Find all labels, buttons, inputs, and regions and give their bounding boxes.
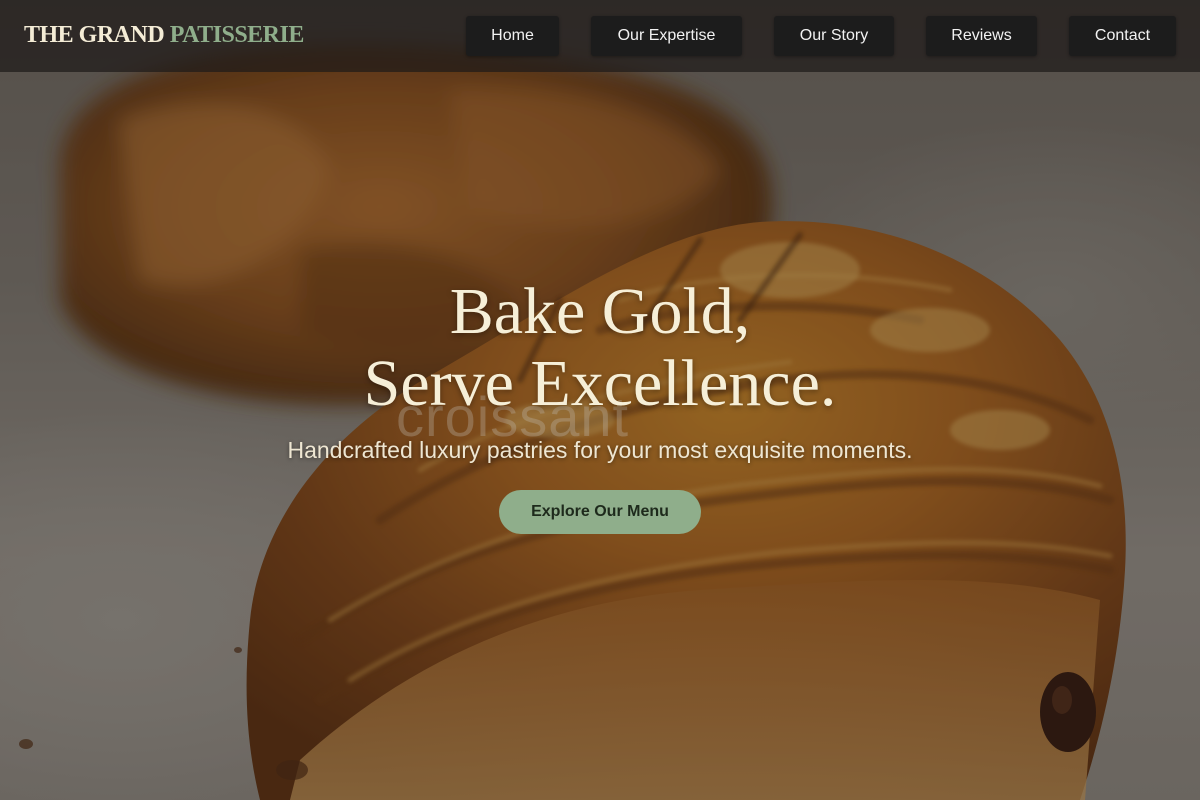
- explore-menu-button[interactable]: Explore Our Menu: [499, 490, 701, 534]
- brand-name-accent: PATISSERIE: [169, 22, 305, 48]
- top-navigation-bar: THE GRAND PATISSERIE Home Our Expertise …: [0, 0, 1200, 72]
- brand-logo[interactable]: THE GRAND PATISSERIE: [24, 22, 304, 49]
- hero-tagline: Handcrafted luxury pastries for your mos…: [287, 437, 913, 463]
- brand-name-main: THE GRAND: [24, 22, 165, 48]
- nav-our-story-button[interactable]: Our Story: [774, 16, 894, 56]
- nav-home-button[interactable]: Home: [466, 16, 559, 56]
- nav-our-expertise-button[interactable]: Our Expertise: [591, 16, 742, 56]
- hero-headline: Bake Gold, Serve Excellence.: [0, 276, 1200, 420]
- hero-headline-line-2: Serve Excellence.: [363, 347, 837, 420]
- nav-reviews-button[interactable]: Reviews: [926, 16, 1037, 56]
- hero-headline-line-1: Bake Gold,: [449, 275, 751, 348]
- nav-contact-button[interactable]: Contact: [1069, 16, 1176, 56]
